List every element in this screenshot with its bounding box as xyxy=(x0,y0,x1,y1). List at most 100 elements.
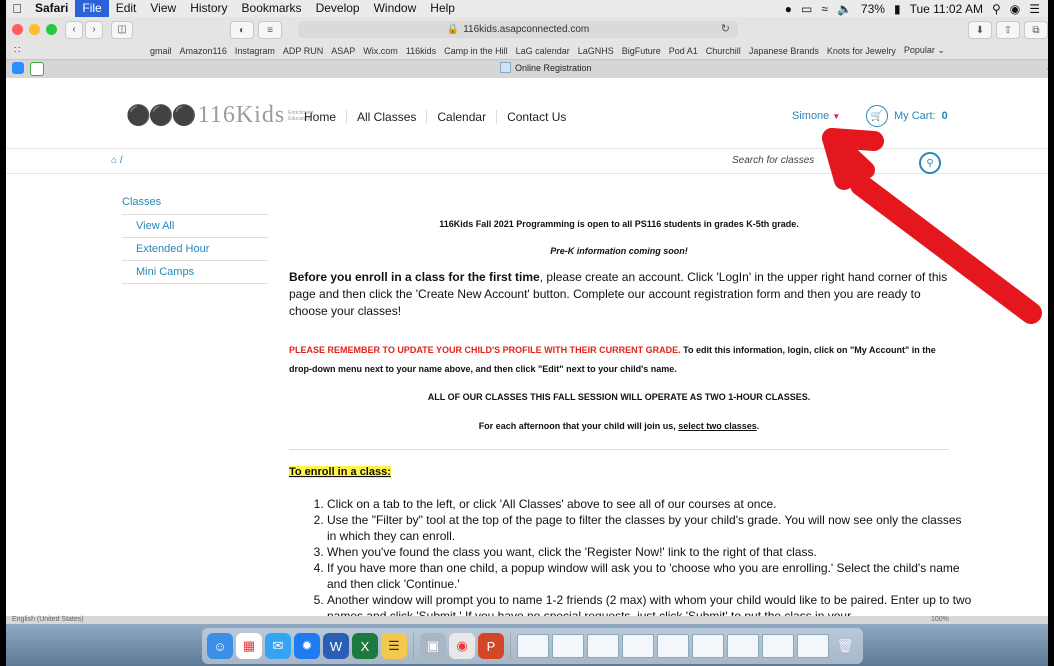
search-button[interactable]: ⚲ xyxy=(919,152,941,174)
favorite-link[interactable]: Camp in the Hill xyxy=(440,46,512,56)
menu-view[interactable]: View xyxy=(143,0,183,17)
site-logo[interactable]: ⚫⚫⚫ 116Kids Enrichment Education xyxy=(126,102,320,129)
favorites-bar: ∷ gmail Amazon116 Instagram ADP RUN ASAP… xyxy=(6,42,1048,59)
favorite-link[interactable]: LaGNHS xyxy=(574,46,618,56)
minimized-window[interactable] xyxy=(797,634,829,658)
minimized-window[interactable] xyxy=(657,634,689,658)
powerpoint-icon[interactable]: P xyxy=(478,633,504,659)
menu-edit[interactable]: Edit xyxy=(109,0,144,17)
sidebar-toggle-button[interactable]: ◫ xyxy=(111,20,133,39)
favorite-link[interactable]: Knots for Jewelry xyxy=(823,46,900,56)
battery-icon[interactable]: ▮ xyxy=(894,2,901,16)
excel-icon[interactable]: X xyxy=(352,633,378,659)
preview-icon[interactable]: ▣ xyxy=(420,633,446,659)
minimize-window-button[interactable] xyxy=(29,24,40,35)
favorite-link[interactable]: LaG calendar xyxy=(512,46,574,56)
tab-overview-button[interactable]: ⧉ xyxy=(1024,21,1048,39)
privacy-report-button[interactable]: ◐ xyxy=(230,21,254,39)
menu-file[interactable]: File xyxy=(75,0,109,17)
siri-icon[interactable]: ◉ xyxy=(1010,2,1020,16)
back-button[interactable]: ‹ xyxy=(65,20,83,39)
nav-calendar[interactable]: Calendar xyxy=(426,110,496,124)
favorite-link[interactable]: BigFuture xyxy=(618,46,665,56)
favorite-link[interactable]: Churchill xyxy=(702,46,745,56)
nav-contact-us[interactable]: Contact Us xyxy=(496,110,576,124)
prek-note: Pre-K information coming soon! xyxy=(550,246,688,256)
reader-button[interactable]: ≡ xyxy=(258,21,282,39)
minimized-window[interactable] xyxy=(622,634,654,658)
safari-icon[interactable]: ✹ xyxy=(294,633,320,659)
minimized-window[interactable] xyxy=(727,634,759,658)
session-note: ALL OF OUR CLASSES THIS FALL SESSION WIL… xyxy=(427,392,811,402)
volume-icon[interactable]: 🔈 xyxy=(837,2,852,16)
sidebar-heading[interactable]: Classes xyxy=(122,196,268,215)
calendar-icon[interactable]: ▦ xyxy=(236,633,262,659)
new-tab-button[interactable]: + xyxy=(1046,61,1048,76)
favorite-link[interactable]: Wix.com xyxy=(359,46,402,56)
enroll-heading: To enroll in a class: xyxy=(289,466,391,478)
intro-bold: Before you enroll in a class for the fir… xyxy=(289,270,540,284)
menu-app-safari[interactable]: Safari xyxy=(28,0,75,17)
menu-bookmarks[interactable]: Bookmarks xyxy=(235,0,309,17)
clock[interactable]: Tue 11:02 AM xyxy=(910,2,983,16)
downloads-button[interactable]: ⬇ xyxy=(968,21,992,39)
trash-icon[interactable]: 🗑 xyxy=(832,633,858,659)
cart-link[interactable]: 🛒 My Cart: 0 xyxy=(866,105,948,127)
sidebar-item-extended-hour[interactable]: Extended Hour xyxy=(122,238,268,261)
menu-help[interactable]: Help xyxy=(423,0,462,17)
favorite-link[interactable]: ASAP xyxy=(327,46,359,56)
caret-down-icon: ▼ xyxy=(832,112,841,121)
favorite-link[interactable]: ADP RUN xyxy=(279,46,327,56)
dock: ☺ ▦ ✉ ✹ W X ☰ ▣ ◉ P 🗑 xyxy=(202,628,863,664)
search-input[interactable]: Search for classes xyxy=(732,155,814,166)
menu-develop[interactable]: Develop xyxy=(309,0,367,17)
messages-icon[interactable]: ✉ xyxy=(265,633,291,659)
tab-online-registration[interactable]: Online Registration xyxy=(500,62,592,73)
nav-all-classes[interactable]: All Classes xyxy=(346,110,426,124)
favorite-link[interactable]: Popular ⌄ xyxy=(900,45,949,56)
creative-cloud-icon[interactable]: ● xyxy=(785,2,792,16)
minimized-window[interactable] xyxy=(517,634,549,658)
minimized-window[interactable] xyxy=(692,634,724,658)
minimized-window[interactable] xyxy=(587,634,619,658)
intro-paragraph: Before you enroll in a class for the fir… xyxy=(289,269,953,320)
notification-center-icon[interactable]: ☰ xyxy=(1029,2,1040,16)
close-window-button[interactable] xyxy=(12,24,23,35)
chevron-right-icon: › xyxy=(92,24,96,35)
favorite-link[interactable]: Japanese Brands xyxy=(745,46,823,56)
afternoon-pre: For each afternoon that your child will … xyxy=(478,421,679,431)
word-icon[interactable]: W xyxy=(323,633,349,659)
address-bar[interactable]: 🔒 116kids.asapconnected.com ↻ xyxy=(298,21,738,38)
favorite-link[interactable]: Instagram xyxy=(231,46,279,56)
chrome-icon[interactable]: ◉ xyxy=(449,633,475,659)
favorite-link[interactable]: 116kids xyxy=(402,46,440,56)
share-button[interactable]: ⇧ xyxy=(996,21,1020,39)
minimized-window[interactable] xyxy=(762,634,794,658)
finder-icon[interactable]: ☺ xyxy=(207,633,233,659)
favorite-link[interactable]: gmail xyxy=(146,46,176,56)
user-name: Simone xyxy=(792,110,830,122)
enroll-steps: Click on a tab to the left, or click 'Al… xyxy=(309,496,973,616)
user-menu[interactable]: Simone ▼ xyxy=(792,110,840,122)
zoom-app-icon[interactable] xyxy=(12,62,24,74)
minimized-window[interactable] xyxy=(552,634,584,658)
favorite-link[interactable]: Pod A1 xyxy=(665,46,702,56)
lock-icon: 🔒 xyxy=(446,24,460,35)
zoom-window-button[interactable] xyxy=(46,24,57,35)
forward-button[interactable]: › xyxy=(85,20,103,39)
wifi-icon[interactable]: ≈ xyxy=(821,2,828,16)
pinned-tab-icon[interactable] xyxy=(30,62,44,76)
nav-home[interactable]: Home xyxy=(304,110,346,124)
menu-window[interactable]: Window xyxy=(367,0,424,17)
notes-icon[interactable]: ☰ xyxy=(381,633,407,659)
menu-history[interactable]: History xyxy=(183,0,234,17)
airplay-icon[interactable]: ▭ xyxy=(801,2,812,16)
apple-icon[interactable]:  xyxy=(6,1,28,16)
favorite-link[interactable]: Amazon116 xyxy=(176,46,231,56)
sidebar-item-view-all[interactable]: View All xyxy=(122,215,268,238)
home-icon[interactable]: ⌂ xyxy=(111,155,117,166)
reload-icon[interactable]: ↻ xyxy=(721,22,730,35)
sidebar-item-mini-camps[interactable]: Mini Camps xyxy=(122,261,268,284)
favorites-grid-icon[interactable]: ∷ xyxy=(14,45,146,56)
spotlight-icon[interactable]: ⚲ xyxy=(992,2,1001,16)
